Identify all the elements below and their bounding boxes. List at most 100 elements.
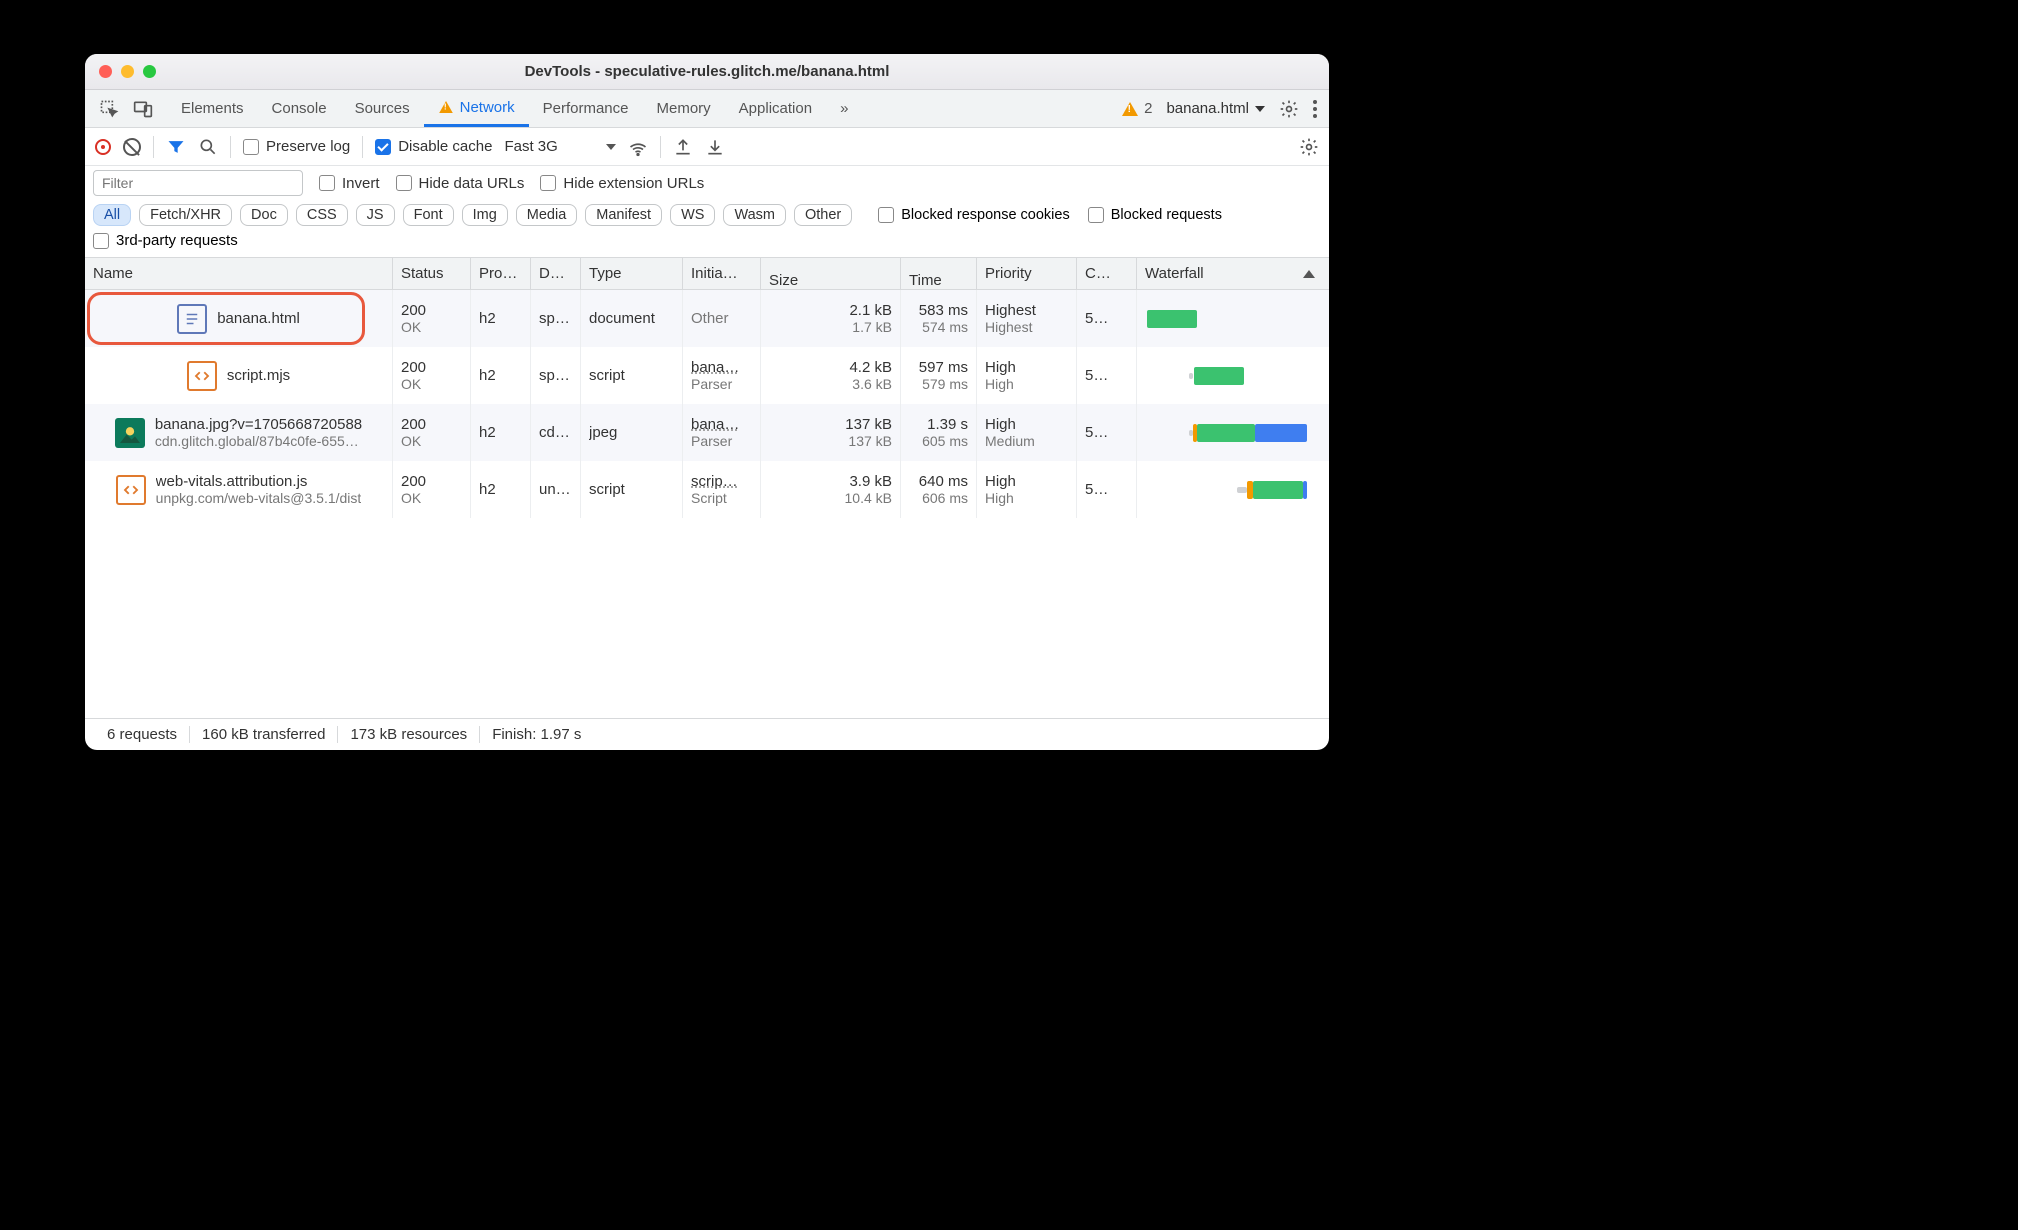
col-type[interactable]: Type <box>581 258 683 289</box>
tab-memory[interactable]: Memory <box>643 90 725 127</box>
tab-application[interactable]: Application <box>725 90 826 127</box>
col-protocol[interactable]: Pro… <box>471 258 531 289</box>
cell-priority: HighMedium <box>977 404 1077 461</box>
cell-connection: 5… <box>1077 461 1137 518</box>
table-row[interactable]: script.mjs200OKh2sp…scriptbana…Parser4.2… <box>85 347 1329 404</box>
titlebar: DevTools - speculative-rules.glitch.me/b… <box>85 54 1329 90</box>
col-status[interactable]: Status <box>393 258 471 289</box>
minimize-icon[interactable] <box>121 65 134 78</box>
cell-name: script.mjs <box>85 347 393 404</box>
cell-name: web-vitals.attribution.jsunpkg.com/web-v… <box>85 461 393 518</box>
cell-protocol: h2 <box>471 347 531 404</box>
cell-status: 200OK <box>393 290 471 347</box>
cell-protocol: h2 <box>471 404 531 461</box>
settings-icon[interactable] <box>1279 99 1299 119</box>
tab-network[interactable]: Network <box>424 90 529 127</box>
close-icon[interactable] <box>99 65 112 78</box>
preserve-log-checkbox[interactable]: Preserve log <box>243 138 350 155</box>
cell-time: 583 ms574 ms <box>901 290 977 347</box>
hide-data-urls-checkbox[interactable]: Hide data URLs <box>396 175 525 192</box>
type-filter-fetchxhr[interactable]: Fetch/XHR <box>139 204 232 226</box>
type-filter-other[interactable]: Other <box>794 204 852 226</box>
type-filter-wasm[interactable]: Wasm <box>723 204 786 226</box>
third-party-checkbox[interactable]: 3rd-party requests <box>93 232 238 249</box>
col-connection[interactable]: C… <box>1077 258 1137 289</box>
zoom-icon[interactable] <box>143 65 156 78</box>
tab-console[interactable]: Console <box>258 90 341 127</box>
invert-checkbox[interactable]: Invert <box>319 175 380 192</box>
filter-input[interactable] <box>93 170 303 196</box>
search-icon[interactable] <box>198 137 218 157</box>
cell-initiator: bana…Parser <box>683 404 761 461</box>
hide-extension-urls-checkbox[interactable]: Hide extension URLs <box>540 175 704 192</box>
chevron-down-icon <box>606 144 616 150</box>
cell-type: script <box>581 461 683 518</box>
status-bar: 6 requests 160 kB transferred 173 kB res… <box>85 718 1329 750</box>
clear-button[interactable] <box>123 138 141 156</box>
window-title: DevTools - speculative-rules.glitch.me/b… <box>85 63 1329 80</box>
cell-status: 200OK <box>393 404 471 461</box>
col-name[interactable]: Name <box>85 258 393 289</box>
type-filter-doc[interactable]: Doc <box>240 204 288 226</box>
col-time[interactable]: Time <box>901 258 977 289</box>
type-filter-js[interactable]: JS <box>356 204 395 226</box>
devtools-window: DevTools - speculative-rules.glitch.me/b… <box>85 54 1329 750</box>
waterfall-cell <box>1145 410 1321 455</box>
cell-name: banana.html <box>85 290 393 347</box>
blocked-requests-checkbox[interactable]: Blocked requests <box>1088 207 1222 223</box>
status-resources: 173 kB resources <box>338 726 480 743</box>
more-tabs-button[interactable]: » <box>826 90 862 127</box>
type-filter-ws[interactable]: WS <box>670 204 715 226</box>
type-filter-css[interactable]: CSS <box>296 204 348 226</box>
table-row[interactable]: web-vitals.attribution.jsunpkg.com/web-v… <box>85 461 1329 518</box>
cell-type: script <box>581 347 683 404</box>
traffic-lights <box>85 65 156 78</box>
inspect-element-icon[interactable] <box>99 99 119 119</box>
network-settings-icon[interactable] <box>1299 137 1319 157</box>
tab-elements[interactable]: Elements <box>167 90 258 127</box>
third-party-row: 3rd-party requests <box>85 232 1329 257</box>
export-har-icon[interactable] <box>673 137 693 157</box>
blocked-cookies-checkbox[interactable]: Blocked response cookies <box>878 207 1069 223</box>
network-conditions-icon[interactable] <box>628 137 648 157</box>
cell-time: 1.39 s605 ms <box>901 404 977 461</box>
tab-performance[interactable]: Performance <box>529 90 643 127</box>
cell-domain: sp… <box>531 347 581 404</box>
import-har-icon[interactable] <box>705 137 725 157</box>
tab-sources[interactable]: Sources <box>341 90 424 127</box>
target-context-selector[interactable]: banana.html <box>1166 100 1265 117</box>
script-icon <box>187 361 217 391</box>
warnings-badge[interactable]: 2 <box>1122 100 1152 117</box>
col-waterfall[interactable]: Waterfall <box>1137 258 1329 289</box>
disable-cache-checkbox[interactable]: Disable cache <box>375 138 492 155</box>
col-domain[interactable]: D… <box>531 258 581 289</box>
type-filter-all[interactable]: All <box>93 204 131 226</box>
type-filter-img[interactable]: Img <box>462 204 508 226</box>
cell-priority: HighHigh <box>977 347 1077 404</box>
col-priority[interactable]: Priority <box>977 258 1077 289</box>
chevron-down-icon <box>1255 106 1265 112</box>
cell-connection: 5… <box>1077 347 1137 404</box>
cell-status: 200OK <box>393 347 471 404</box>
table-row[interactable]: banana.html200OKh2sp…documentOther2.1 kB… <box>85 290 1329 347</box>
warning-icon <box>1122 102 1138 116</box>
cell-priority: HighHigh <box>977 461 1077 518</box>
more-options-icon[interactable] <box>1313 100 1317 118</box>
cell-size: 137 kB137 kB <box>761 404 901 461</box>
type-filter-media[interactable]: Media <box>516 204 578 226</box>
cell-domain: sp… <box>531 290 581 347</box>
table-header: Name Status Pro… D… Type Initia… Size Ti… <box>85 258 1329 290</box>
status-requests: 6 requests <box>95 726 190 743</box>
table-row[interactable]: banana.jpg?v=1705668720588cdn.glitch.glo… <box>85 404 1329 461</box>
type-filter-manifest[interactable]: Manifest <box>585 204 662 226</box>
device-toolbar-icon[interactable] <box>133 99 153 119</box>
filter-toggle-icon[interactable] <box>166 137 186 157</box>
col-size[interactable]: Size <box>761 258 901 289</box>
sort-asc-icon <box>1303 270 1315 278</box>
type-filter-font[interactable]: Font <box>403 204 454 226</box>
record-button[interactable] <box>95 139 111 155</box>
cell-protocol: h2 <box>471 461 531 518</box>
throttling-selector[interactable]: Fast 3G <box>504 138 615 155</box>
col-initiator[interactable]: Initia… <box>683 258 761 289</box>
script-icon <box>116 475 146 505</box>
